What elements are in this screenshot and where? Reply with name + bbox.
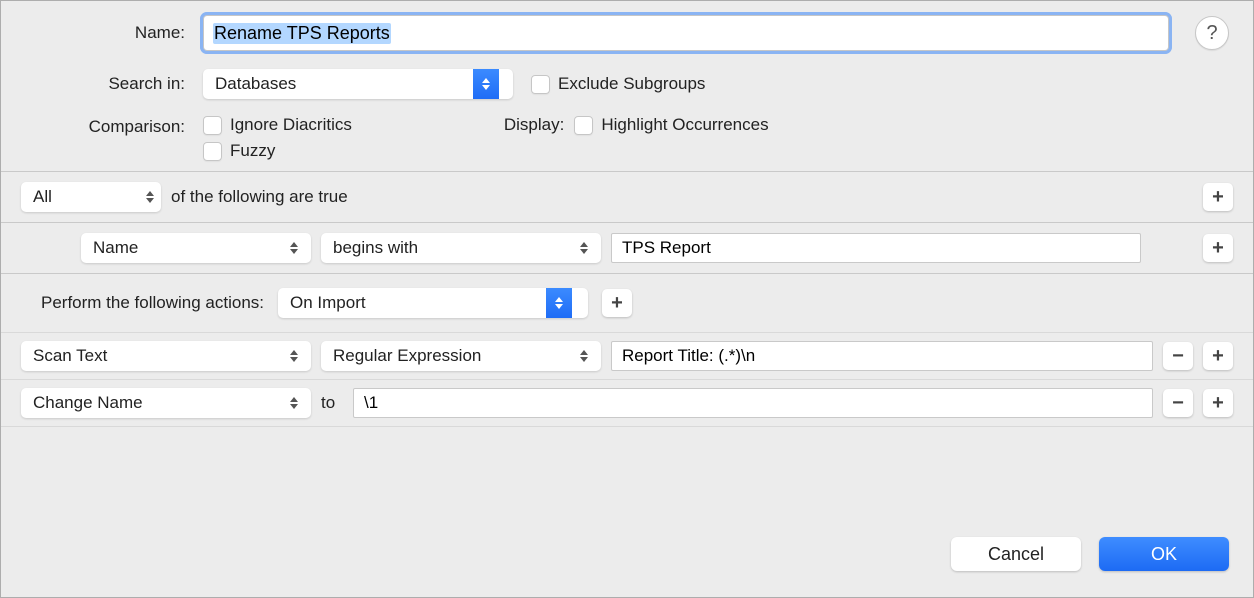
trigger-value: On Import [278,288,546,318]
dialog-footer: Cancel OK [1,519,1253,597]
chevron-updown-icon [546,288,572,318]
highlight-label: Highlight Occurrences [601,115,768,135]
exclude-subgroups-checkbox[interactable]: Exclude Subgroups [531,74,705,94]
minus-icon: − [1172,393,1184,413]
action1-type-select[interactable]: Scan Text [21,341,311,371]
plus-icon: + [611,293,623,313]
remove-action2-button[interactable]: − [1163,389,1193,417]
ok-label: OK [1151,544,1177,564]
comparison-label: Comparison: [25,115,191,137]
plus-icon: + [1212,238,1224,258]
condition-operator-select[interactable]: begins with [321,233,601,263]
cancel-label: Cancel [988,544,1044,564]
action2-value-input[interactable] [353,388,1153,418]
chevron-updown-icon [573,341,595,371]
chevron-updown-icon [283,388,305,418]
plus-icon: + [1212,393,1224,413]
action1-mode-select[interactable]: Regular Expression [321,341,601,371]
checkbox-box [203,116,222,135]
highlight-checkbox[interactable]: Highlight Occurrences [574,115,768,135]
smart-rule-dialog: Name: Rename TPS Reports ? Search in: Da… [0,0,1254,598]
checkbox-box [531,75,550,94]
add-action1-button[interactable]: + [1203,342,1233,370]
chevron-updown-icon [139,182,161,212]
minus-icon: − [1172,346,1184,366]
match-mode-value: All [33,187,139,207]
checkbox-box [203,142,222,161]
condition-field-value: Name [93,238,283,258]
remove-action1-button[interactable]: − [1163,342,1193,370]
action1-value-input[interactable] [611,341,1153,371]
fuzzy-label: Fuzzy [230,141,275,161]
trigger-popup[interactable]: On Import [278,288,588,318]
name-input-wrap: Rename TPS Reports [203,15,1169,51]
name-input[interactable] [203,15,1169,51]
actions-header: Perform the following actions: On Import… [1,274,1253,332]
condition-row: Name begins with + [1,223,1253,274]
help-icon: ? [1206,22,1217,45]
predicate-text: of the following are true [171,187,348,207]
chevron-updown-icon [283,341,305,371]
action-row-2: Change Name to − + [1,380,1253,427]
name-label: Name: [25,23,191,43]
ok-button[interactable]: OK [1099,537,1229,571]
checkbox-box [574,116,593,135]
action1-type-value: Scan Text [33,346,283,366]
exclude-subgroups-label: Exclude Subgroups [558,74,705,94]
plus-icon: + [1212,346,1224,366]
search-in-label: Search in: [25,74,191,94]
condition-value-input[interactable] [611,233,1141,263]
chevron-updown-icon [283,233,305,263]
add-rule-button[interactable]: + [1203,183,1233,211]
to-label: to [321,393,343,413]
add-action-button[interactable]: + [602,289,632,317]
action2-type-select[interactable]: Change Name [21,388,311,418]
ignore-diacritics-label: Ignore Diacritics [230,115,352,135]
action-row-1: Scan Text Regular Expression − + [1,332,1253,380]
chevron-updown-icon [473,69,499,99]
add-action2-button[interactable]: + [1203,389,1233,417]
chevron-updown-icon [573,233,595,263]
condition-field-select[interactable]: Name [81,233,311,263]
perform-actions-label: Perform the following actions: [41,293,264,313]
ignore-diacritics-checkbox[interactable]: Ignore Diacritics [203,115,352,135]
help-button[interactable]: ? [1195,16,1229,50]
cancel-button[interactable]: Cancel [951,537,1081,571]
action2-type-value: Change Name [33,393,283,413]
display-label: Display: [504,115,564,135]
search-in-value: Databases [203,69,473,99]
action1-mode-value: Regular Expression [333,346,573,366]
plus-icon: + [1212,187,1224,207]
add-condition-button[interactable]: + [1203,234,1233,262]
match-mode-select[interactable]: All [21,182,161,212]
search-in-popup[interactable]: Databases [203,69,513,99]
fuzzy-checkbox[interactable]: Fuzzy [203,141,352,161]
predicate-header: All of the following are true + [1,171,1253,223]
condition-operator-value: begins with [333,238,573,258]
